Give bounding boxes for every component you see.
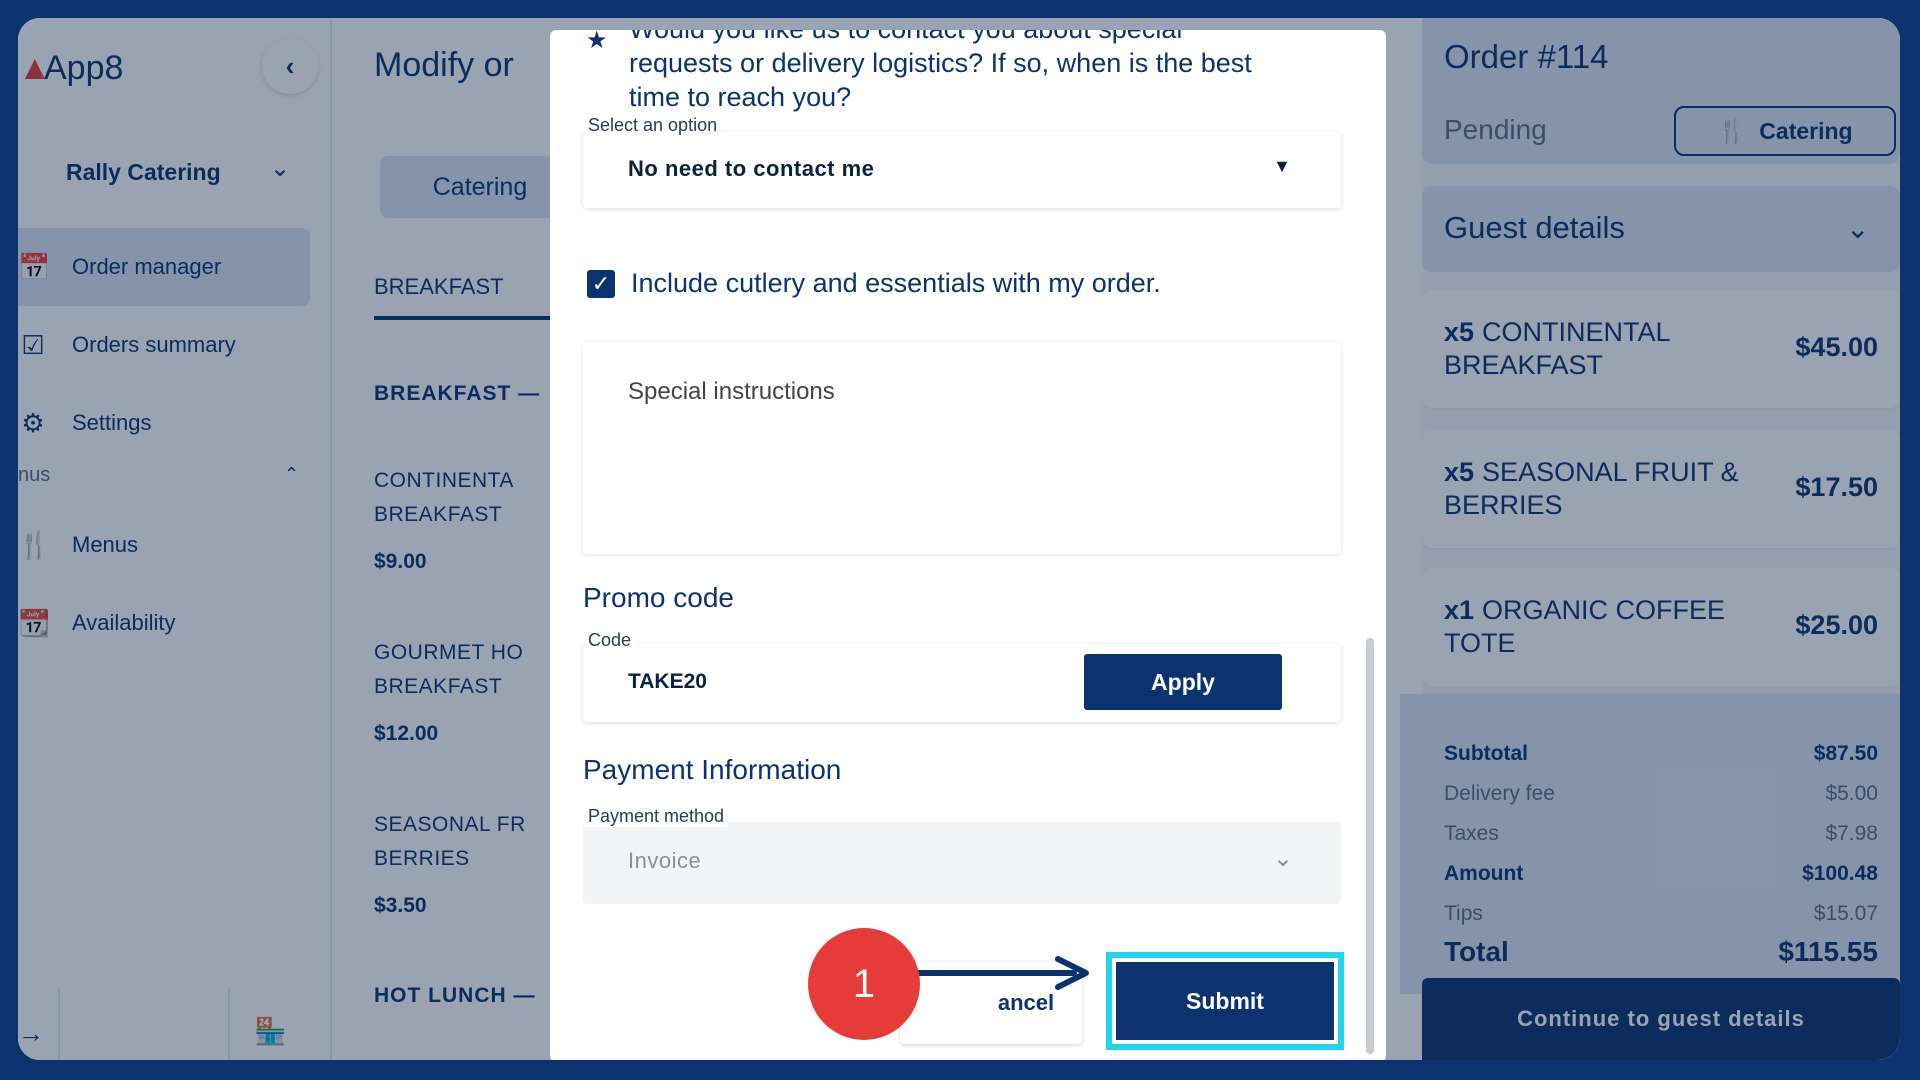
- promo-code-value: TAKE20: [628, 670, 707, 693]
- select-label: Select an option: [584, 115, 722, 136]
- question-line: Would you like us to contact you about s…: [629, 30, 1329, 46]
- cutlery-checkbox[interactable]: ✓: [587, 270, 615, 298]
- special-instructions-field[interactable]: Special instructions: [583, 342, 1341, 554]
- question-line: time to reach you?: [629, 82, 852, 112]
- payment-method-select[interactable]: Invoice ⌄: [583, 822, 1341, 904]
- caret-down-icon: ▼: [1273, 156, 1291, 176]
- payment-method-value: Invoice: [628, 848, 702, 873]
- payment-info-title: Payment Information: [583, 754, 842, 785]
- special-instructions-placeholder: Special instructions: [628, 378, 835, 405]
- contact-preference-select[interactable]: No need to contact me ▼: [583, 132, 1341, 208]
- submit-button[interactable]: Submit: [1116, 962, 1334, 1040]
- step-number-badge: 1: [808, 928, 920, 1040]
- cancel-label: ancel: [997, 990, 1055, 1015]
- arrow-right-icon: [914, 956, 1089, 990]
- question-line: requests or delivery logistics? If so, w…: [629, 48, 1252, 78]
- checkout-modal: ★ Would you like us to contact you about…: [550, 30, 1386, 1060]
- modal-scrollbar[interactable]: [1366, 638, 1374, 1054]
- star-icon: ★: [586, 30, 608, 54]
- select-value: No need to contact me: [628, 156, 875, 181]
- code-label: Code: [584, 630, 636, 651]
- chevron-down-icon: ⌄: [1272, 845, 1293, 872]
- contact-question: Would you like us to contact you about s…: [629, 30, 1329, 114]
- app-window: ▲ App8 ‹ Rally Catering ⌄ 📅 Order manage…: [18, 18, 1900, 1060]
- payment-method-label: Payment method: [584, 806, 729, 827]
- checkmark-icon: ✓: [591, 271, 611, 296]
- apply-promo-button[interactable]: Apply: [1084, 654, 1282, 710]
- promo-code-title: Promo code: [583, 582, 734, 613]
- cutlery-checkbox-label[interactable]: Include cutlery and essentials with my o…: [631, 268, 1161, 299]
